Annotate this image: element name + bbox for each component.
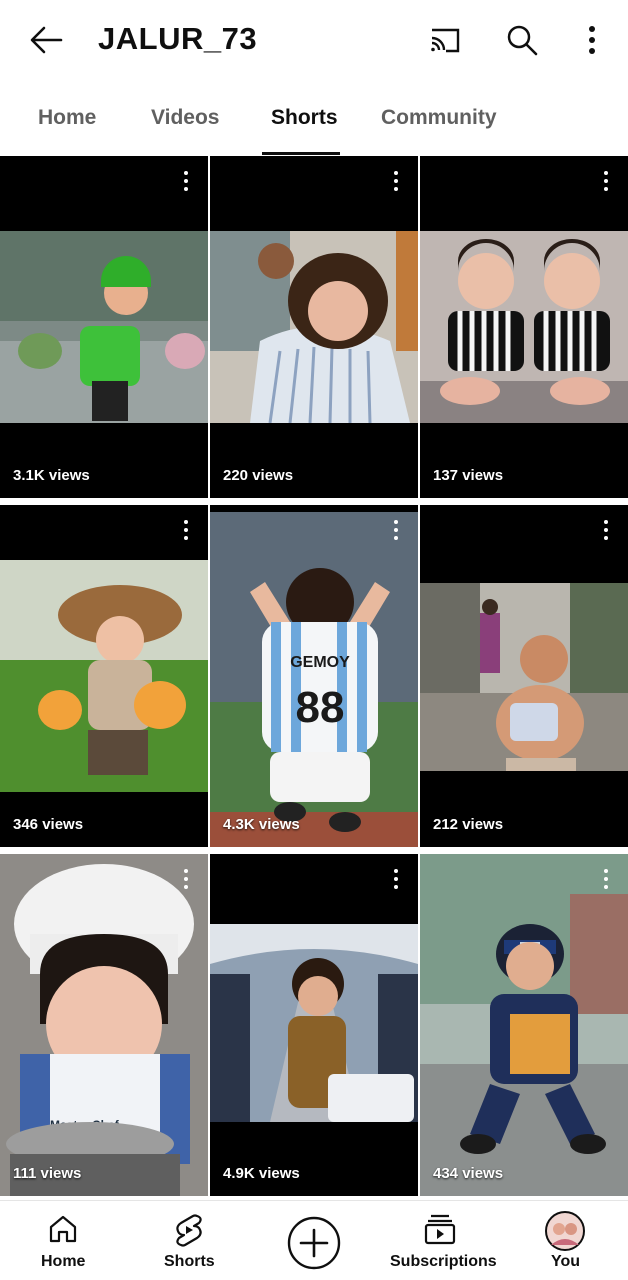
short-thumbnail bbox=[210, 924, 418, 1122]
short-tile[interactable]: GEMOY 88 4.3K views bbox=[210, 505, 418, 847]
short-thumbnail bbox=[420, 583, 628, 771]
short-views: 434 views bbox=[433, 1165, 504, 1182]
cast-icon bbox=[431, 28, 460, 53]
nav-shorts-label: Shorts bbox=[164, 1253, 215, 1270]
short-tile[interactable]: 4.9K views bbox=[210, 854, 418, 1196]
short-views: 212 views bbox=[433, 816, 504, 833]
short-more-button[interactable] bbox=[178, 168, 194, 194]
short-views: 4.9K views bbox=[223, 1165, 300, 1182]
search-button[interactable] bbox=[500, 18, 544, 62]
create-plus-icon bbox=[287, 1216, 341, 1270]
cast-button[interactable] bbox=[422, 18, 466, 62]
subscriptions-icon bbox=[424, 1214, 456, 1245]
short-more-button[interactable] bbox=[598, 168, 614, 194]
short-more-button[interactable] bbox=[388, 866, 404, 892]
nav-shorts[interactable]: Shorts bbox=[146, 1201, 232, 1280]
short-views: 4.3K views bbox=[223, 816, 300, 833]
short-views: 346 views bbox=[13, 816, 84, 833]
short-thumbnail bbox=[0, 231, 208, 423]
tab-videos[interactable]: Videos bbox=[151, 106, 219, 130]
create-button[interactable] bbox=[284, 1201, 344, 1280]
short-tile[interactable]: 3.1K views bbox=[0, 156, 208, 498]
svg-text:88: 88 bbox=[296, 683, 345, 732]
short-views: 3.1K views bbox=[13, 467, 90, 484]
nav-you[interactable]: You bbox=[540, 1201, 590, 1280]
channel-title: JALUR_73 bbox=[98, 21, 258, 56]
short-tile[interactable]: 220 views bbox=[210, 156, 418, 498]
nav-home-label: Home bbox=[41, 1253, 86, 1270]
nav-home[interactable]: Home bbox=[22, 1201, 104, 1280]
shorts-grid: 3.1K views 220 views 137 views 346 views… bbox=[0, 156, 628, 1200]
short-more-button[interactable] bbox=[178, 866, 194, 892]
app-bar: JALUR_73 bbox=[0, 0, 628, 80]
active-tab-indicator bbox=[262, 152, 340, 155]
short-tile[interactable]: 346 views bbox=[0, 505, 208, 847]
short-more-button[interactable] bbox=[598, 517, 614, 543]
more-options-button[interactable] bbox=[570, 18, 614, 62]
short-tile[interactable]: 137 views bbox=[420, 156, 628, 498]
nav-subscriptions-label: Subscriptions bbox=[390, 1253, 497, 1270]
nav-you-label: You bbox=[551, 1253, 581, 1270]
short-thumbnail bbox=[210, 231, 418, 423]
short-thumbnail: Master Chef bbox=[0, 854, 208, 1196]
shorts-icon bbox=[176, 1214, 202, 1247]
bottom-navigation: Home Shorts Subscriptions You bbox=[0, 1200, 628, 1280]
tab-community[interactable]: Community bbox=[381, 106, 497, 130]
back-button[interactable] bbox=[24, 20, 68, 60]
tab-home[interactable]: Home bbox=[38, 106, 96, 130]
short-thumbnail bbox=[420, 231, 628, 423]
short-thumbnail bbox=[0, 560, 208, 792]
home-icon bbox=[49, 1215, 77, 1243]
short-tile[interactable]: Master Chef 111 views bbox=[0, 854, 208, 1196]
short-more-button[interactable] bbox=[388, 168, 404, 194]
short-more-button[interactable] bbox=[178, 517, 194, 543]
svg-text:GEMOY: GEMOY bbox=[290, 654, 350, 671]
short-views: 220 views bbox=[223, 467, 294, 484]
short-more-button[interactable] bbox=[388, 517, 404, 543]
short-thumbnail bbox=[420, 854, 628, 1196]
short-views: 137 views bbox=[433, 467, 504, 484]
short-tile[interactable]: 434 views bbox=[420, 854, 628, 1196]
short-views: 111 views bbox=[13, 1165, 82, 1182]
arrow-left-icon bbox=[30, 26, 63, 54]
short-thumbnail: GEMOY 88 bbox=[210, 512, 418, 847]
more-vert-icon bbox=[589, 26, 595, 54]
avatar bbox=[545, 1211, 585, 1251]
tab-shorts[interactable]: Shorts bbox=[271, 106, 338, 130]
short-tile[interactable]: 212 views bbox=[420, 505, 628, 847]
nav-subscriptions[interactable]: Subscriptions bbox=[386, 1201, 497, 1280]
search-icon bbox=[507, 25, 538, 56]
short-more-button[interactable] bbox=[598, 866, 614, 892]
channel-tabs: Home Videos Shorts Community bbox=[0, 80, 628, 156]
